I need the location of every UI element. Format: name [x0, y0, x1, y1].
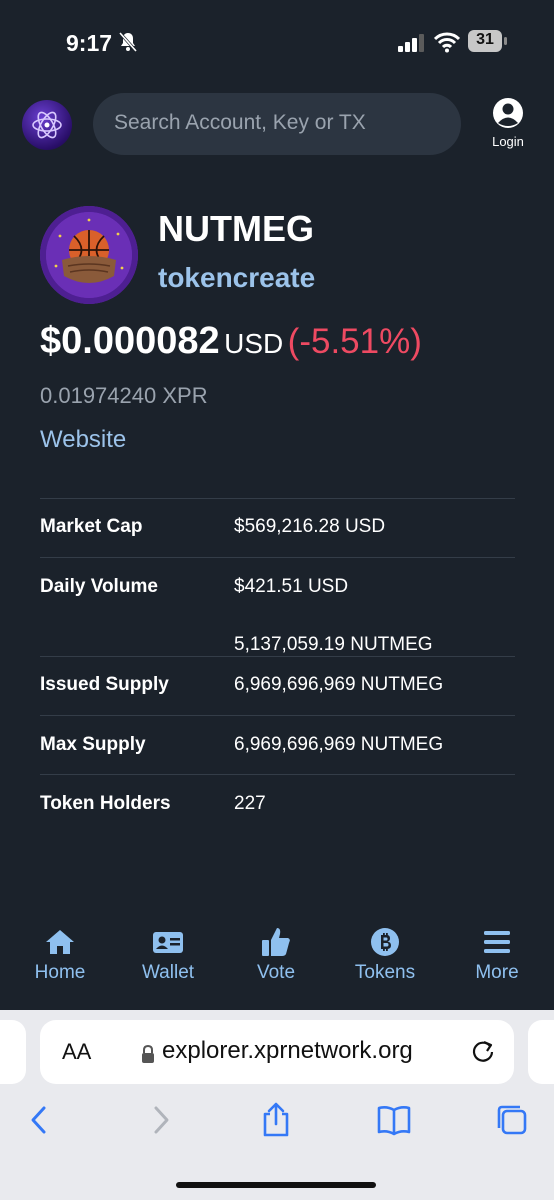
- stat-row-daily-volume-token: 5,137,059.19 NUTMEG: [40, 616, 515, 656]
- user-circle-icon: [493, 98, 523, 128]
- token-card: NUTMEG tokencreate $0.000082 USD (-5.51%…: [0, 164, 554, 830]
- stat-value: $421.51 USD: [234, 576, 349, 597]
- stat-value: 227: [234, 793, 266, 814]
- website-link[interactable]: Website: [40, 426, 126, 454]
- nav-tokens[interactable]: Tokens: [340, 926, 430, 984]
- nav-home[interactable]: Home: [15, 926, 105, 984]
- nav-vote[interactable]: Vote: [231, 926, 321, 984]
- wallet-icon: [153, 932, 183, 953]
- back-icon[interactable]: [22, 1102, 58, 1138]
- nav-label: More: [475, 962, 519, 983]
- nav-label: Home: [34, 962, 86, 983]
- stat-label: Issued Supply: [40, 674, 169, 695]
- nav-label: Tokens: [354, 962, 416, 983]
- price-change: (-5.51%): [287, 322, 422, 361]
- price-xpr: 0.01974240 XPR: [40, 383, 208, 408]
- token-name: NUTMEG: [158, 208, 314, 249]
- stat-label: Daily Volume: [40, 576, 158, 597]
- login-label: Login: [492, 134, 524, 149]
- bell-slash-icon: [118, 32, 138, 52]
- forward-icon[interactable]: [142, 1102, 178, 1138]
- next-tab-preview[interactable]: [528, 1020, 554, 1084]
- thumbs-up-icon: [262, 928, 290, 956]
- search-input[interactable]: Search Account, Key or TX: [93, 93, 461, 155]
- bookmarks-icon[interactable]: [376, 1102, 412, 1138]
- tabs-icon[interactable]: [494, 1102, 530, 1138]
- stat-row-daily-volume: Daily Volume $421.51 USD: [40, 557, 515, 616]
- login-button[interactable]: Login: [488, 96, 528, 152]
- token-stats: Market Cap $569,216.28 USD Daily Volume …: [40, 498, 515, 833]
- stat-value: 6,969,696,969 NUTMEG: [234, 674, 444, 695]
- price-unit: USD: [224, 328, 284, 359]
- cellular-signal-icon: [398, 34, 424, 52]
- stat-row-market-cap: Market Cap $569,216.28 USD: [40, 498, 515, 557]
- nutmeg-basketball-icon: [46, 212, 132, 298]
- nav-label: Wallet: [141, 962, 195, 983]
- status-bar: 9:17 31: [0, 0, 554, 86]
- xpr-logo[interactable]: [22, 100, 72, 150]
- stat-value: $569,216.28 USD: [234, 516, 386, 537]
- browser-toolbar: AA explorer.xprnetwork.org: [0, 1010, 554, 1200]
- token-account-link[interactable]: tokencreate: [158, 262, 315, 294]
- stat-row-max-supply: Max Supply 6,969,696,969 NUTMEG: [40, 715, 515, 774]
- app-header: Search Account, Key or TX Login: [0, 86, 554, 164]
- stat-row-token-holders: Token Holders 227: [40, 774, 515, 833]
- menu-icon: [484, 931, 510, 953]
- nav-label: Vote: [256, 962, 296, 983]
- price-usd: $0.000082: [40, 320, 220, 362]
- reload-icon[interactable]: [470, 1038, 496, 1064]
- previous-tab-preview[interactable]: [0, 1020, 26, 1084]
- stat-value: 5,137,059.19 NUTMEG: [234, 634, 433, 655]
- stat-label: Max Supply: [40, 734, 146, 755]
- bottom-nav: Home Wallet Vote Tokens More: [0, 906, 554, 1010]
- lock-icon: [142, 1044, 154, 1063]
- battery-icon: 31: [468, 30, 508, 52]
- nav-more[interactable]: More: [452, 926, 542, 984]
- stat-label: Market Cap: [40, 516, 143, 537]
- reader-settings-button[interactable]: AA: [62, 1039, 91, 1065]
- nav-wallet[interactable]: Wallet: [123, 926, 213, 984]
- home-icon: [46, 930, 74, 954]
- status-time: 9:17: [66, 30, 113, 56]
- stat-label: Token Holders: [40, 793, 171, 814]
- stat-value: 6,969,696,969 NUTMEG: [234, 734, 444, 755]
- stat-row-issued-supply: Issued Supply 6,969,696,969 NUTMEG: [40, 656, 515, 715]
- atom-icon: [32, 111, 62, 139]
- bitcoin-icon: [371, 928, 399, 956]
- home-indicator: [176, 1182, 376, 1188]
- address-bar[interactable]: AA explorer.xprnetwork.org: [40, 1020, 514, 1084]
- search-placeholder: Search Account, Key or TX: [114, 111, 366, 134]
- token-logo: [40, 206, 138, 304]
- url-text: explorer.xprnetwork.org: [162, 1037, 413, 1064]
- wifi-icon: [434, 32, 460, 53]
- price-row: $0.000082 USD (-5.51%): [40, 320, 422, 363]
- share-icon[interactable]: [258, 1102, 294, 1138]
- battery-level: 31: [476, 31, 494, 48]
